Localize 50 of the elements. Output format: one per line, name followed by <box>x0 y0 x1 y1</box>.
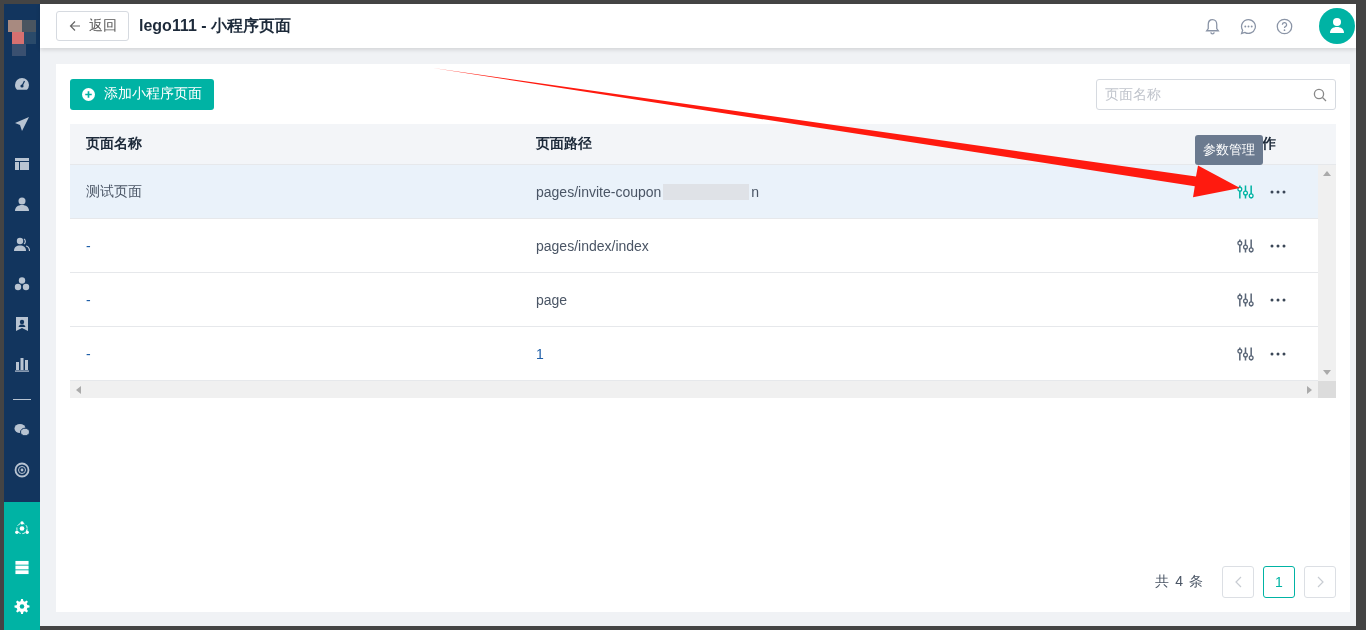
name-link[interactable]: - <box>86 291 91 308</box>
table-cell: 测试页面 <box>86 182 142 201</box>
more-icon[interactable] <box>1270 351 1286 356</box>
settings-icon[interactable] <box>14 599 30 614</box>
user-icon[interactable] <box>14 196 30 212</box>
chat-bubbles-icon[interactable] <box>14 422 30 438</box>
more-icon[interactable] <box>1270 189 1286 194</box>
badge-icon[interactable] <box>14 316 30 332</box>
chevron-left-icon <box>1234 576 1242 588</box>
table-cell: pages/index/index <box>536 237 649 254</box>
page-title: lego111 - 小程序页面 <box>139 15 292 36</box>
tooltip: 参数管理 <box>1195 135 1263 165</box>
name-link[interactable]: - <box>86 345 91 362</box>
avatar-icon[interactable] <box>1319 8 1355 44</box>
column-header: 作 <box>1262 135 1276 153</box>
dashboard-icon[interactable] <box>14 76 30 92</box>
plus-circle-icon <box>82 87 95 101</box>
send-icon[interactable] <box>14 116 30 132</box>
search-field[interactable]: 页面名称 <box>1096 78 1336 110</box>
network-icon[interactable] <box>14 521 30 536</box>
sliders-icon[interactable] <box>1237 183 1254 200</box>
users-icon[interactable] <box>14 236 30 252</box>
sliders-icon[interactable] <box>1237 237 1254 254</box>
back-button[interactable]: 返回 <box>56 11 129 41</box>
table-cell: n <box>751 183 760 200</box>
chevron-right-icon <box>1316 576 1324 588</box>
notification-bell-icon[interactable] <box>1204 17 1221 35</box>
help-icon[interactable] <box>1276 17 1293 35</box>
logo-icon <box>8 20 36 56</box>
sliders-icon[interactable] <box>1237 345 1254 362</box>
message-icon[interactable] <box>1240 17 1257 35</box>
sliders-icon[interactable] <box>1237 291 1254 308</box>
layout-icon[interactable] <box>14 156 30 172</box>
server-icon[interactable] <box>14 560 30 575</box>
arrow-left-icon <box>68 20 81 32</box>
total-count: 共 4 条 <box>1155 573 1203 591</box>
column-header: 页面路径 <box>536 135 592 153</box>
scrollbar-corner <box>1318 381 1336 398</box>
column-header: 页面名称 <box>86 135 142 153</box>
more-icon[interactable] <box>1270 243 1286 248</box>
table-cell: pages/invite-coupon <box>536 183 662 200</box>
path-link[interactable]: 1 <box>536 345 544 362</box>
more-icon[interactable] <box>1270 297 1286 302</box>
table-row[interactable]: 测试页面 pages/invite-coupon n <box>70 165 1318 219</box>
disc-icon[interactable] <box>14 462 30 478</box>
search-icon <box>1313 87 1327 102</box>
bar-chart-icon[interactable] <box>14 356 30 372</box>
table-cell: page <box>536 291 568 308</box>
name-link[interactable]: - <box>86 237 91 254</box>
group-icon[interactable] <box>14 276 30 292</box>
